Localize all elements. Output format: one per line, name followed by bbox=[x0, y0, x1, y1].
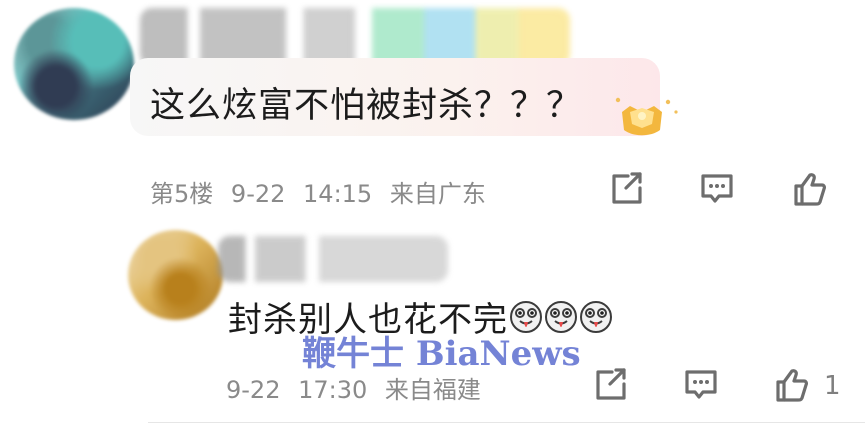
floor-label: 第5楼 bbox=[150, 180, 214, 208]
like-count: 1 bbox=[824, 371, 841, 401]
thumbs-up-icon[interactable] bbox=[790, 170, 828, 208]
comment-icon[interactable] bbox=[698, 170, 736, 208]
user-avatar-reply[interactable] bbox=[128, 230, 223, 320]
watermark: 鞭牛士 BiaNews bbox=[302, 334, 581, 374]
comment-time: 14:15 bbox=[303, 180, 373, 208]
comment-date: 9-22 bbox=[230, 180, 286, 208]
comment-text: 这么炫富不怕被封杀？？？ bbox=[150, 86, 583, 126]
reply-meta: 9-22 17:30 来自福建 bbox=[226, 370, 491, 405]
reply-date: 9-22 bbox=[226, 376, 281, 404]
share-icon[interactable] bbox=[590, 366, 628, 404]
thumbs-up-icon[interactable] bbox=[772, 366, 810, 404]
share-icon[interactable] bbox=[606, 170, 644, 208]
username-reply-blurred[interactable] bbox=[218, 236, 448, 282]
comment-icon[interactable] bbox=[682, 366, 720, 404]
dog-tongue-emoji bbox=[579, 300, 613, 334]
reply-location: 来自福建 bbox=[384, 376, 481, 404]
divider bbox=[148, 422, 865, 423]
user-avatar-main[interactable] bbox=[14, 8, 134, 120]
comment-location: 来自广东 bbox=[389, 180, 486, 208]
crown-badge-icon bbox=[606, 90, 678, 142]
reply-time: 17:30 bbox=[298, 376, 368, 404]
comment-meta: 第5楼 9-22 14:15 来自广东 bbox=[150, 174, 496, 209]
